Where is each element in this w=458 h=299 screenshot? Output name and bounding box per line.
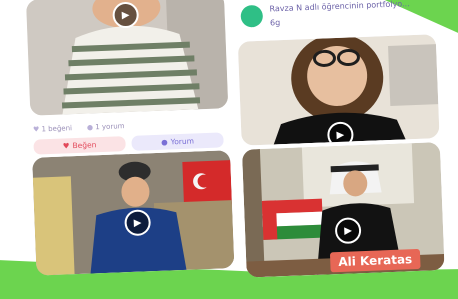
play-icon: ▶: [121, 9, 130, 21]
play-icon: ▶: [133, 217, 142, 229]
comment-button[interactable]: ● Yorum: [131, 132, 224, 151]
likes-count: ♥ 1 beğeni: [32, 124, 73, 134]
student-name-tag: Ali Keratas: [329, 248, 421, 273]
feed: ▶ ♥ 1 beğeni ● 1 yorum ♥ Beğen ● Yorum ▶…: [22, 0, 458, 299]
comments-count: ● 1 yorum: [86, 122, 125, 132]
play-icon: ▶: [344, 225, 353, 237]
avatar[interactable]: [240, 4, 264, 28]
like-button[interactable]: ♥ Beğen: [33, 136, 126, 155]
play-button[interactable]: ▶: [326, 121, 354, 146]
author-line: Ravza N adlı öğrencinin portfolyo...: [269, 0, 410, 14]
class-line: 6g: [269, 18, 281, 28]
play-icon: ▶: [336, 129, 345, 141]
video-card-left-bottom[interactable]: ▶: [32, 150, 235, 276]
comment-icon: ●: [86, 123, 94, 132]
heart-icon: ♥: [32, 125, 40, 134]
heart-icon: ♥: [62, 141, 70, 151]
video-card-right-bottom[interactable]: ▶ Ali Keratas: [241, 142, 445, 278]
video-card-right-top[interactable]: ▶: [237, 34, 440, 146]
video-card-left-top[interactable]: ▶: [25, 0, 229, 116]
comment-icon: ●: [160, 137, 168, 147]
